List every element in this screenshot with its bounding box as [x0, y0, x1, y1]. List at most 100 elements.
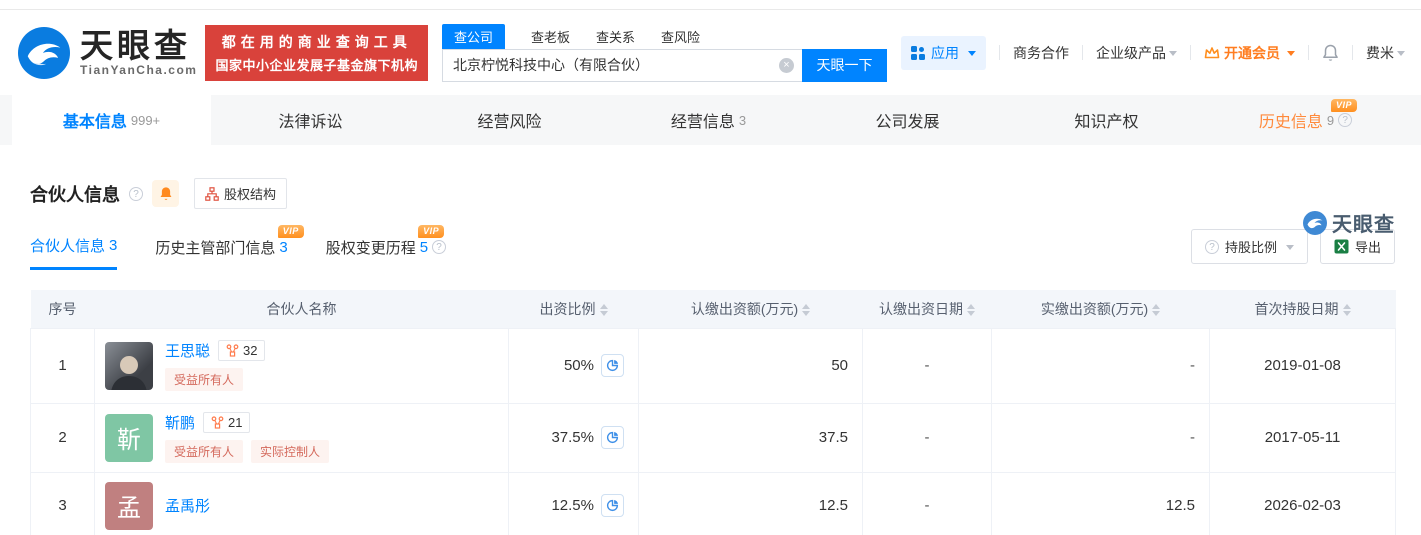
tab-business-info[interactable]: 经营信息 3: [609, 95, 808, 145]
watermark-logo: 天眼查: [1303, 208, 1395, 237]
col-label: 出资比例: [540, 301, 596, 317]
search-tab-boss[interactable]: 查老板: [531, 24, 570, 49]
network-icon: [226, 344, 239, 357]
subtab-label: 历史主管部门信息: [155, 237, 275, 258]
subscribed-date-cell: -: [863, 472, 992, 535]
tab-label: 经营风险: [477, 108, 541, 132]
partner-name-link[interactable]: 王思聪: [165, 340, 210, 361]
tianyancha-swirl-icon: [18, 27, 70, 79]
partner-initial-avatar[interactable]: 靳: [105, 414, 153, 462]
logo-title: 天眼查: [80, 29, 197, 63]
nav-cooperation[interactable]: 商务合作: [1013, 43, 1069, 63]
row-index: 1: [31, 328, 95, 403]
main-tab-bar: 基本信息 999+ 法律诉讼 经营风险 经营信息 3 公司发展 知识产权 VIP…: [0, 95, 1421, 145]
tab-intellectual-property[interactable]: 知识产权: [1007, 95, 1206, 145]
equity-structure-button[interactable]: 股权结构: [194, 178, 287, 209]
related-count: 32: [243, 343, 257, 358]
divider: [1082, 45, 1083, 60]
divider: [1190, 45, 1191, 60]
related-companies-badge[interactable]: 21: [203, 412, 250, 433]
related-companies-badge[interactable]: 32: [218, 340, 265, 361]
vip-badge: VIP: [1331, 99, 1357, 112]
sort-icon[interactable]: [1152, 304, 1160, 316]
search-tab-risk[interactable]: 查风险: [661, 24, 700, 49]
partner-cell: 孟 孟禹彤: [95, 472, 509, 535]
col-subscribed-date[interactable]: 认缴出资日期: [863, 290, 992, 328]
subtab-count: 5: [420, 239, 428, 256]
subtab-history-authority[interactable]: 历史主管部门信息 3VIP: [155, 235, 287, 270]
excel-icon: [1334, 239, 1349, 254]
ratio-label: 持股比例: [1225, 237, 1277, 256]
monitor-bell-button[interactable]: [152, 180, 179, 207]
sort-icon[interactable]: [1343, 304, 1351, 316]
bell-icon: [159, 186, 173, 201]
partner-initial-avatar[interactable]: 孟: [105, 482, 153, 530]
vip-badge: VIP: [418, 225, 444, 238]
search-button[interactable]: 天眼一下: [802, 49, 887, 82]
chevron-down-icon: [1287, 51, 1295, 56]
open-vip-button[interactable]: 开通会员: [1204, 43, 1295, 63]
subscribed-date-cell: -: [863, 328, 992, 403]
sort-icon[interactable]: [802, 304, 810, 316]
col-paid-amount[interactable]: 实缴出资额(万元): [992, 290, 1210, 328]
sort-icon[interactable]: [600, 304, 608, 316]
table-row: 2 靳 靳鹏: [31, 403, 1396, 472]
search-tab-company[interactable]: 查公司: [442, 24, 505, 49]
tab-basic-info[interactable]: 基本信息 999+: [12, 95, 211, 145]
subtab-label: 合伙人信息: [30, 235, 105, 256]
partners-section: 合伙人信息 股权结构 天眼查 合伙人信息: [0, 178, 1421, 535]
help-icon[interactable]: [432, 240, 446, 254]
partner-name-link[interactable]: 孟禹彤: [165, 495, 210, 516]
chevron-down-icon: [1397, 51, 1405, 56]
shareholding-ratio-button[interactable]: 持股比例: [1191, 229, 1308, 264]
tab-legal-litigation[interactable]: 法律诉讼: [211, 95, 410, 145]
help-icon[interactable]: [1338, 113, 1352, 127]
pie-chart-icon[interactable]: [601, 426, 624, 449]
subtab-partner-info[interactable]: 合伙人信息 3: [30, 235, 117, 270]
tianyancha-logo[interactable]: 天眼查 TianYanCha.com: [18, 27, 197, 79]
pie-chart-icon[interactable]: [601, 494, 624, 517]
enterprise-label: 企业级产品: [1096, 43, 1166, 63]
notifications-bell-icon[interactable]: [1322, 44, 1339, 62]
nav-enterprise-products[interactable]: 企业级产品: [1096, 43, 1177, 63]
sort-icon[interactable]: [967, 304, 975, 316]
crown-icon: [1204, 46, 1220, 60]
col-ratio[interactable]: 出资比例: [509, 290, 639, 328]
partner-photo-avatar[interactable]: [105, 342, 153, 390]
search-tabs: 查公司 查老板 查关系 查风险: [442, 24, 888, 49]
tab-label: 公司发展: [875, 108, 939, 132]
first-holding-date-cell: 2019-01-08: [1210, 328, 1396, 403]
tab-operational-risk[interactable]: 经营风险: [410, 95, 609, 145]
chevron-down-icon: [968, 51, 976, 56]
tab-label: 经营信息: [671, 108, 735, 132]
watermark-text: 天眼查: [1332, 208, 1395, 237]
partner-name-link[interactable]: 靳鹏: [165, 412, 195, 433]
ratio-value: 37.5%: [551, 429, 594, 446]
clear-search-icon[interactable]: [779, 58, 794, 73]
tab-company-development[interactable]: 公司发展: [808, 95, 1007, 145]
tab-history-info[interactable]: VIP 历史信息 9: [1206, 95, 1405, 145]
partner-cell: 靳 靳鹏: [95, 403, 509, 472]
col-subscribed-amount[interactable]: 认缴出资额(万元): [639, 290, 863, 328]
search-area: 查公司 查老板 查关系 查风险 天眼一下: [442, 24, 888, 82]
search-tab-relation[interactable]: 查关系: [596, 24, 635, 49]
tab-label: 法律诉讼: [278, 108, 342, 132]
sub-tab-bar: 合伙人信息 3 历史主管部门信息 3VIP 股权变更历程 5VIP: [30, 235, 446, 270]
apps-menu-button[interactable]: 应用: [901, 36, 986, 70]
table-row: 1 王思聪: [31, 328, 1396, 403]
search-input[interactable]: [443, 50, 802, 81]
ratio-cell: 37.5%: [509, 403, 639, 472]
network-icon: [211, 416, 224, 429]
subtab-equity-changes[interactable]: 股权变更历程 5VIP: [326, 235, 446, 270]
user-menu[interactable]: 费米: [1366, 43, 1405, 63]
pie-chart-icon[interactable]: [601, 354, 624, 377]
col-first-holding-date[interactable]: 首次持股日期: [1210, 290, 1396, 328]
help-icon[interactable]: [129, 187, 143, 201]
subtab-count-wrap: 5VIP: [420, 239, 428, 256]
beneficial-owner-tag: 受益所有人: [165, 440, 243, 463]
vip-label: 开通会员: [1224, 43, 1280, 63]
export-label: 导出: [1355, 237, 1381, 256]
tab-count: 999+: [131, 113, 160, 128]
paid-amount-cell: -: [992, 328, 1210, 403]
ratio-value: 12.5%: [551, 497, 594, 514]
